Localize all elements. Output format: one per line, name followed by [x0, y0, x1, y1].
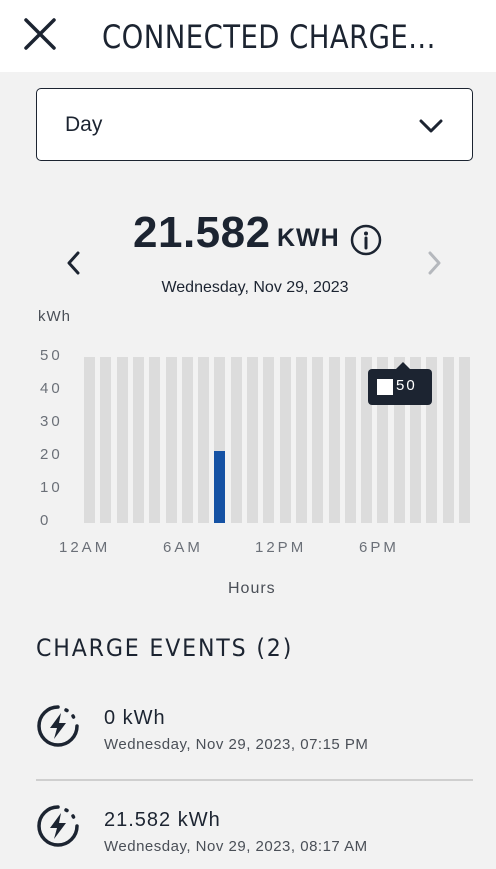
- info-icon[interactable]: [350, 224, 382, 256]
- chart-bar-track[interactable]: [116, 357, 128, 523]
- x-tick-label: 12PM: [255, 539, 307, 556]
- chart-bar-track[interactable]: [328, 357, 340, 523]
- selected-date: Wednesday, Nov 29, 2023: [161, 279, 349, 296]
- chart-bar-track[interactable]: [181, 357, 193, 523]
- charge-events-heading: CHARGE EVENTS (2): [36, 634, 294, 662]
- total-energy-unit: KWH: [277, 224, 340, 252]
- tooltip-swatch: [377, 379, 393, 395]
- y-tick-label: 10: [40, 479, 63, 496]
- x-tick-label: 12AM: [59, 539, 111, 556]
- chart-bar-track[interactable]: [458, 357, 470, 523]
- chevron-right-icon[interactable]: [422, 248, 446, 278]
- list-divider: [36, 779, 473, 781]
- charge-event-item[interactable]: 21.582 kWh Wednesday, Nov 29, 2023, 08:1…: [0, 793, 496, 869]
- chart-bar[interactable]: [214, 451, 226, 523]
- chart-bar-track[interactable]: [100, 357, 112, 523]
- y-tick-label: 50: [40, 347, 63, 364]
- y-tick-label: 30: [40, 413, 63, 430]
- x-tick-label: 6AM: [163, 539, 203, 556]
- page-title: CONNECTED CHARGE...: [102, 18, 436, 56]
- y-tick-label: 0: [40, 512, 52, 529]
- chart-bar-track[interactable]: [165, 357, 177, 523]
- y-tick-label: 20: [40, 446, 63, 463]
- app-header: CONNECTED CHARGE...: [0, 0, 496, 72]
- chart-bar-track[interactable]: [279, 357, 291, 523]
- chart-bar-track[interactable]: [344, 357, 356, 523]
- chart-bar-track[interactable]: [132, 357, 144, 523]
- chart-bar-track[interactable]: [312, 357, 324, 523]
- chart-bar-track[interactable]: [295, 357, 307, 523]
- chart-bar-track[interactable]: [149, 357, 161, 523]
- chart-bar-track[interactable]: [198, 357, 210, 523]
- charge-event-item[interactable]: 0 kWh Wednesday, Nov 29, 2023, 07:15 PM: [0, 690, 496, 786]
- chevron-down-icon: [419, 119, 443, 133]
- chart-bar-track[interactable]: [84, 357, 95, 523]
- total-energy-value: 21.582: [133, 208, 271, 257]
- event-energy: 21.582 kWh: [104, 809, 221, 831]
- charging-bolt-icon: [37, 705, 79, 747]
- y-tick-label: 40: [40, 380, 63, 397]
- event-timestamp: Wednesday, Nov 29, 2023, 07:15 PM: [104, 736, 369, 753]
- chart-bar-track[interactable]: [247, 357, 258, 523]
- x-axis-label: Hours: [228, 580, 276, 597]
- event-energy: 0 kWh: [104, 707, 166, 729]
- x-tick-label: 6PM: [359, 539, 399, 556]
- tooltip-value: 50: [396, 377, 417, 394]
- chart-bar-track[interactable]: [263, 357, 275, 523]
- chevron-left-icon[interactable]: [62, 248, 86, 278]
- close-icon[interactable]: [20, 14, 60, 54]
- chart-tooltip: 50: [368, 362, 432, 405]
- period-dropdown[interactable]: Day: [36, 88, 473, 161]
- period-selected-value: Day: [65, 113, 103, 136]
- chart-bar-track[interactable]: [230, 357, 242, 523]
- charging-bolt-icon: [37, 805, 79, 847]
- chart-bar-track[interactable]: [442, 357, 454, 523]
- event-timestamp: Wednesday, Nov 29, 2023, 08:17 AM: [104, 838, 368, 855]
- y-axis-label: kWh: [38, 308, 71, 325]
